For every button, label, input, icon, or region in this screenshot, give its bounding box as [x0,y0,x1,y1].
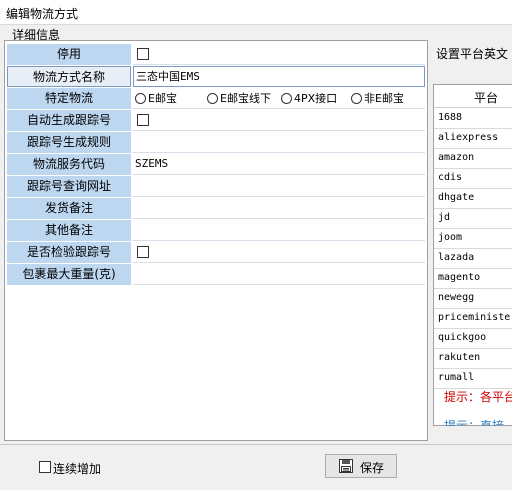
field-label: 物流方式名称 [7,66,131,87]
table-row[interactable]: magento [434,268,512,289]
platform-name: lazada [438,252,475,263]
platform-name: jd [438,212,451,223]
row-disabled: 停用 [7,44,425,66]
radio-circle-icon [281,93,292,104]
tracking-url-input[interactable] [133,176,425,197]
field-text: 三态中国EMS [136,70,200,83]
platform-panel-title: 设置平台英文 [436,47,509,61]
table-row[interactable]: cdis [434,168,512,189]
details-form-panel: 停用 物流方式名称 三态中国EMS 特定物流 E邮宝 E邮宝线下 4PX接口 非… [4,40,428,441]
auto-tracking-checkbox[interactable] [137,114,149,126]
continuous-add-label: 连续增加 [53,462,102,476]
field-label: 跟踪号生成规则 [7,132,132,153]
checkbox-box[interactable] [39,461,51,473]
table-row[interactable]: lazada [434,248,512,269]
logistics-name-input[interactable]: 三态中国EMS [133,66,425,87]
table-row[interactable]: 1688 [434,108,512,129]
hint-text-red: 提示：各平台 [444,390,512,404]
field-label: 自动生成跟踪号 [7,110,132,131]
row-tracking-rule: 跟踪号生成规则 [7,132,425,154]
row-auto-tracking: 自动生成跟踪号 [7,110,425,132]
max-weight-input[interactable] [133,264,425,285]
platform-name: quickgoo [438,332,487,343]
platform-name: joom [438,232,463,243]
save-button[interactable]: 保存 [325,454,397,478]
field-value[interactable] [133,110,425,131]
save-button-label: 保存 [360,461,385,475]
field-label: 特定物流 [7,88,132,109]
table-row[interactable]: newegg [434,288,512,309]
field-label: 发货备注 [7,198,132,219]
platform-name: newegg [438,292,475,303]
table-row[interactable]: amazon [434,148,512,169]
platform-name: amazon [438,152,475,163]
platform-name: dhgate [438,192,475,203]
table-row[interactable]: rakuten [434,348,512,369]
platform-name: magento [438,272,481,283]
field-label: 是否检验跟踪号 [7,242,132,263]
floppy-save-icon [339,459,353,473]
row-max-weight: 包裹最大重量(克) [7,264,425,286]
radio-circle-icon [207,93,218,104]
table-row[interactable]: joom [434,228,512,249]
hint-text-blue: 提示：直接 [444,419,505,426]
radio-label: E邮宝 [148,92,177,105]
row-other-note: 其他备注 [7,220,425,242]
table-row[interactable]: rumall [434,368,512,389]
platform-panel: 设置平台英文 平台 1688 aliexpress amazon cdis dh… [432,40,512,440]
platform-name: cdis [438,172,463,183]
other-note-input[interactable] [133,220,425,241]
radio-eyoubao[interactable]: E邮宝 [135,88,177,109]
field-label: 停用 [7,44,132,65]
window-titlebar: 编辑物流方式 [0,0,512,25]
row-logistics-name: 物流方式名称 三态中国EMS [7,66,425,88]
column-header-label: 平台 [474,91,499,105]
radio-circle-icon [135,93,146,104]
platform-name: 1688 [438,112,463,123]
platform-name: rumall [438,372,475,383]
radio-label: E邮宝线下 [220,92,271,105]
platform-table[interactable]: 平台 1688 aliexpress amazon cdis dhgate jd… [433,84,512,426]
field-value[interactable] [133,44,425,65]
verify-tracking-checkbox[interactable] [137,246,149,258]
window-title: 编辑物流方式 [6,7,79,21]
service-code-input[interactable]: SZEMS [133,154,425,175]
disabled-checkbox[interactable] [137,48,149,60]
field-value: E邮宝 E邮宝线下 4PX接口 非E邮宝 [133,88,425,109]
radio-circle-icon [351,93,362,104]
table-row[interactable]: priceminister [434,308,512,329]
table-row[interactable]: quickgoo [434,328,512,349]
field-label: 其他备注 [7,220,132,241]
bottom-bar: 连续增加 保存 [0,444,512,490]
field-label: 包裹最大重量(克) [7,264,132,285]
row-tracking-url: 跟踪号查询网址 [7,176,425,198]
tab-details[interactable]: 详细信息 [6,24,86,42]
row-shipping-note: 发货备注 [7,198,425,220]
radio-non-eyoubao[interactable]: 非E邮宝 [351,88,404,109]
table-row[interactable]: jd [434,208,512,229]
tracking-rule-input[interactable] [133,132,425,153]
field-label: 跟踪号查询网址 [7,176,132,197]
field-label: 物流服务代码 [7,154,132,175]
radio-label: 4PX接口 [294,92,338,105]
field-text: SZEMS [135,157,169,170]
platform-name: priceminister [438,312,512,323]
field-value[interactable] [133,242,425,263]
row-specific-logistics: 特定物流 E邮宝 E邮宝线下 4PX接口 非E邮宝 [7,88,425,110]
table-row[interactable]: dhgate [434,188,512,209]
shipping-note-input[interactable] [133,198,425,219]
row-verify-tracking: 是否检验跟踪号 [7,242,425,264]
radio-4px[interactable]: 4PX接口 [281,88,337,109]
radio-eyoubao-offline[interactable]: E邮宝线下 [207,88,271,109]
platform-name: rakuten [438,352,481,363]
radio-label: 非E邮宝 [364,92,404,105]
table-row[interactable]: aliexpress [434,128,512,149]
platform-column-header: 平台 [434,85,512,108]
platform-name: aliexpress [438,132,499,143]
row-service-code: 物流服务代码 SZEMS [7,154,425,176]
